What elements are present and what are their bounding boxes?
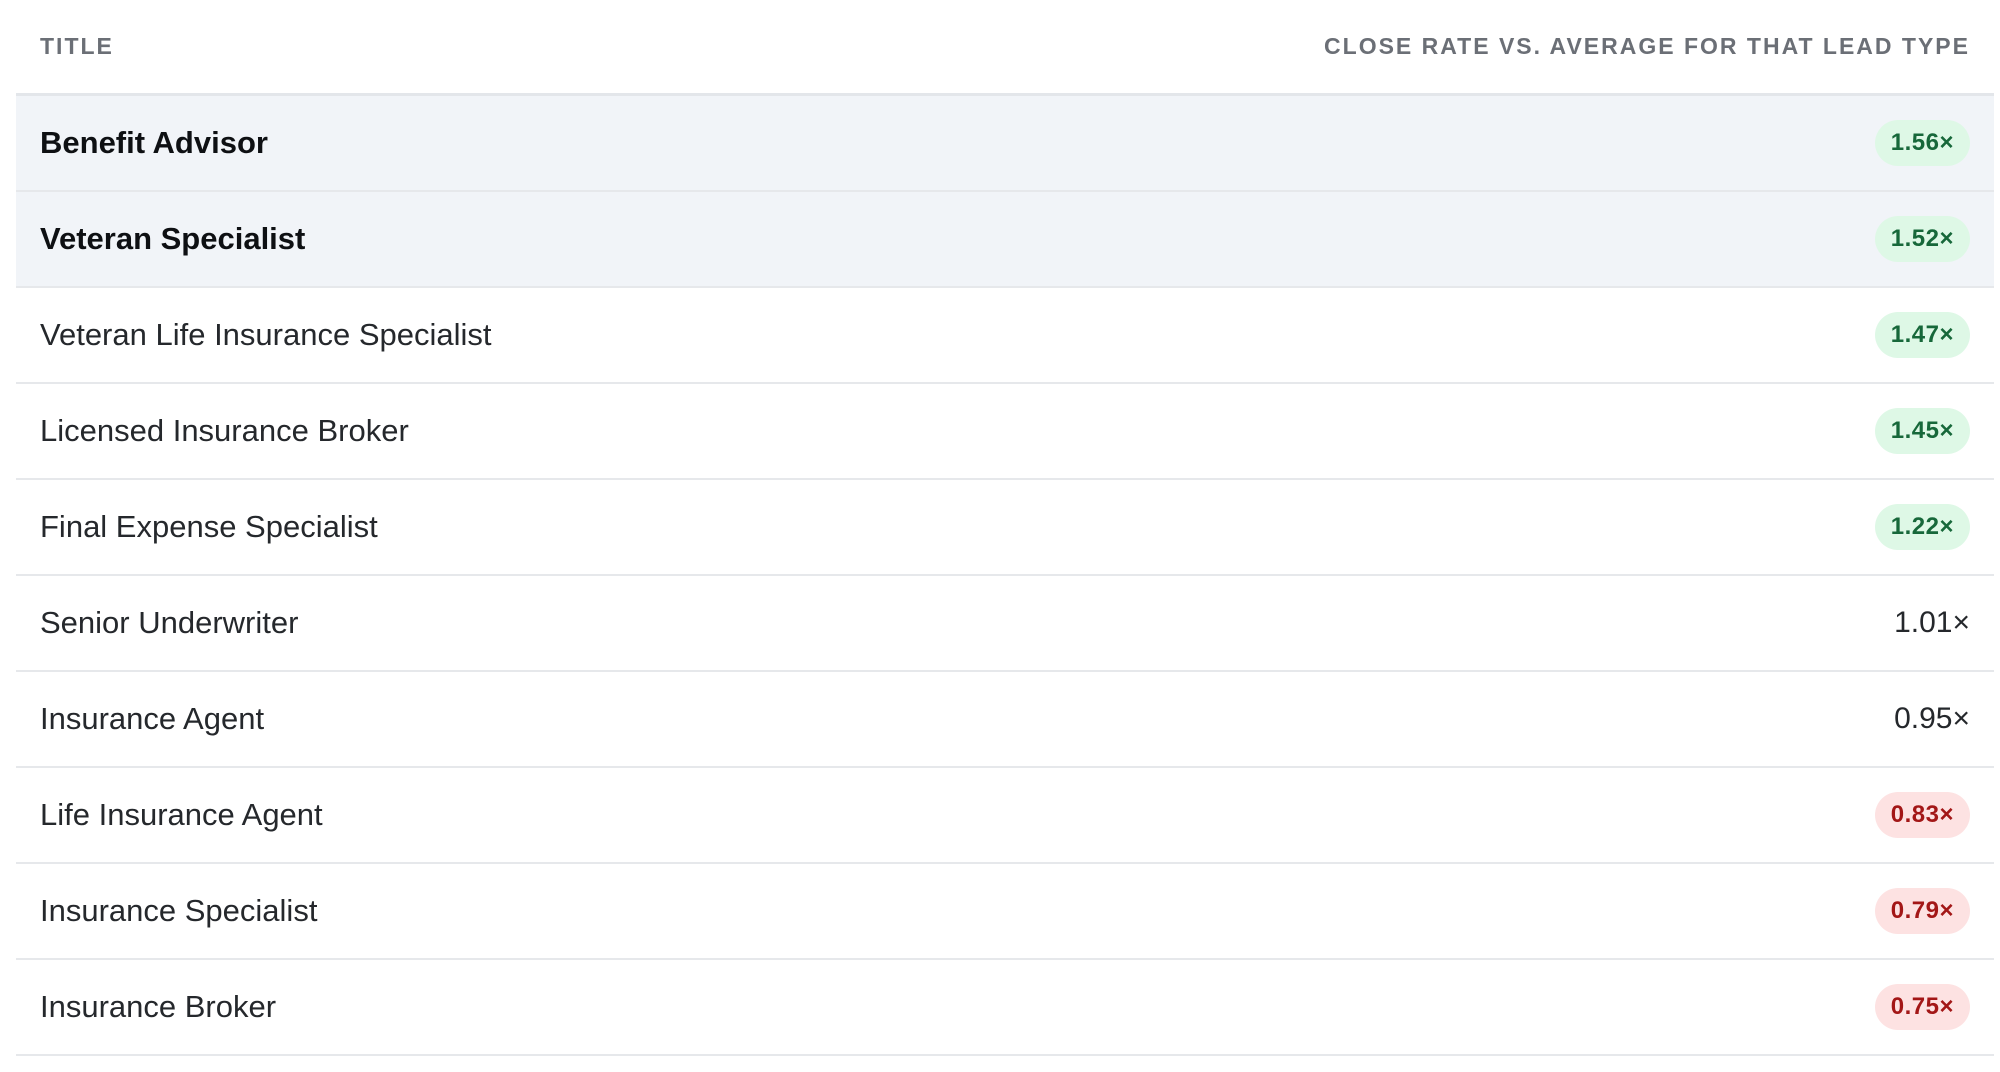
table-row[interactable]: Insurance Broker 0.75× — [16, 960, 1994, 1056]
row-title: Senior Underwriter — [40, 605, 299, 640]
row-title: Life Insurance Agent — [40, 797, 323, 832]
table-row[interactable]: Veteran Specialist 1.52× — [16, 192, 1994, 288]
close-rate-badge-positive: 1.56× — [1874, 120, 1970, 166]
table-row[interactable]: Insurance Specialist 0.79× — [16, 864, 1994, 960]
close-rate-badge-negative: 0.79× — [1874, 888, 1970, 934]
table-row[interactable]: Licensed Insurance Broker 1.45× — [16, 384, 1994, 480]
row-title: Veteran Specialist — [40, 221, 306, 256]
table-row[interactable]: Final Expense Specialist 1.22× — [16, 480, 1994, 576]
table-row[interactable]: Benefit Advisor 1.56× — [16, 96, 1994, 192]
column-header-close-rate[interactable]: CLOSE RATE VS. AVERAGE FOR THAT LEAD TYP… — [1324, 33, 1970, 60]
row-title: Licensed Insurance Broker — [40, 413, 409, 448]
close-rate-value: 1.01× — [1894, 606, 1970, 639]
table-row[interactable]: Insurance Agent 0.95× — [16, 672, 1994, 768]
row-title: Insurance Agent — [40, 701, 265, 736]
close-rate-value: 0.95× — [1894, 702, 1970, 735]
close-rate-badge-negative: 0.75× — [1874, 984, 1970, 1030]
table-row[interactable]: Life Insurance Agent 0.83× — [16, 768, 1994, 864]
row-title: Insurance Broker — [40, 989, 277, 1024]
table-header: TITLE CLOSE RATE VS. AVERAGE FOR THAT LE… — [16, 0, 1994, 96]
table-body: Benefit Advisor 1.56× Veteran Specialist 1.… — [16, 96, 1994, 1056]
close-rate-badge-positive: 1.22× — [1874, 504, 1970, 550]
row-title: Final Expense Specialist — [40, 509, 378, 544]
close-rate-badge-positive: 1.52× — [1874, 216, 1970, 262]
column-header-title[interactable]: TITLE — [40, 33, 114, 60]
row-title: Veteran Life Insurance Specialist — [40, 317, 492, 352]
row-title: Insurance Specialist — [40, 893, 318, 928]
close-rate-badge-positive: 1.47× — [1874, 312, 1970, 358]
close-rate-table: TITLE CLOSE RATE VS. AVERAGE FOR THAT LE… — [16, 0, 1994, 1056]
table-row[interactable]: Veteran Life Insurance Specialist 1.47× — [16, 288, 1994, 384]
close-rate-badge-negative: 0.83× — [1874, 792, 1970, 838]
row-title: Benefit Advisor — [40, 125, 268, 160]
close-rate-badge-positive: 1.45× — [1874, 408, 1970, 454]
table-row[interactable]: Senior Underwriter 1.01× — [16, 576, 1994, 672]
